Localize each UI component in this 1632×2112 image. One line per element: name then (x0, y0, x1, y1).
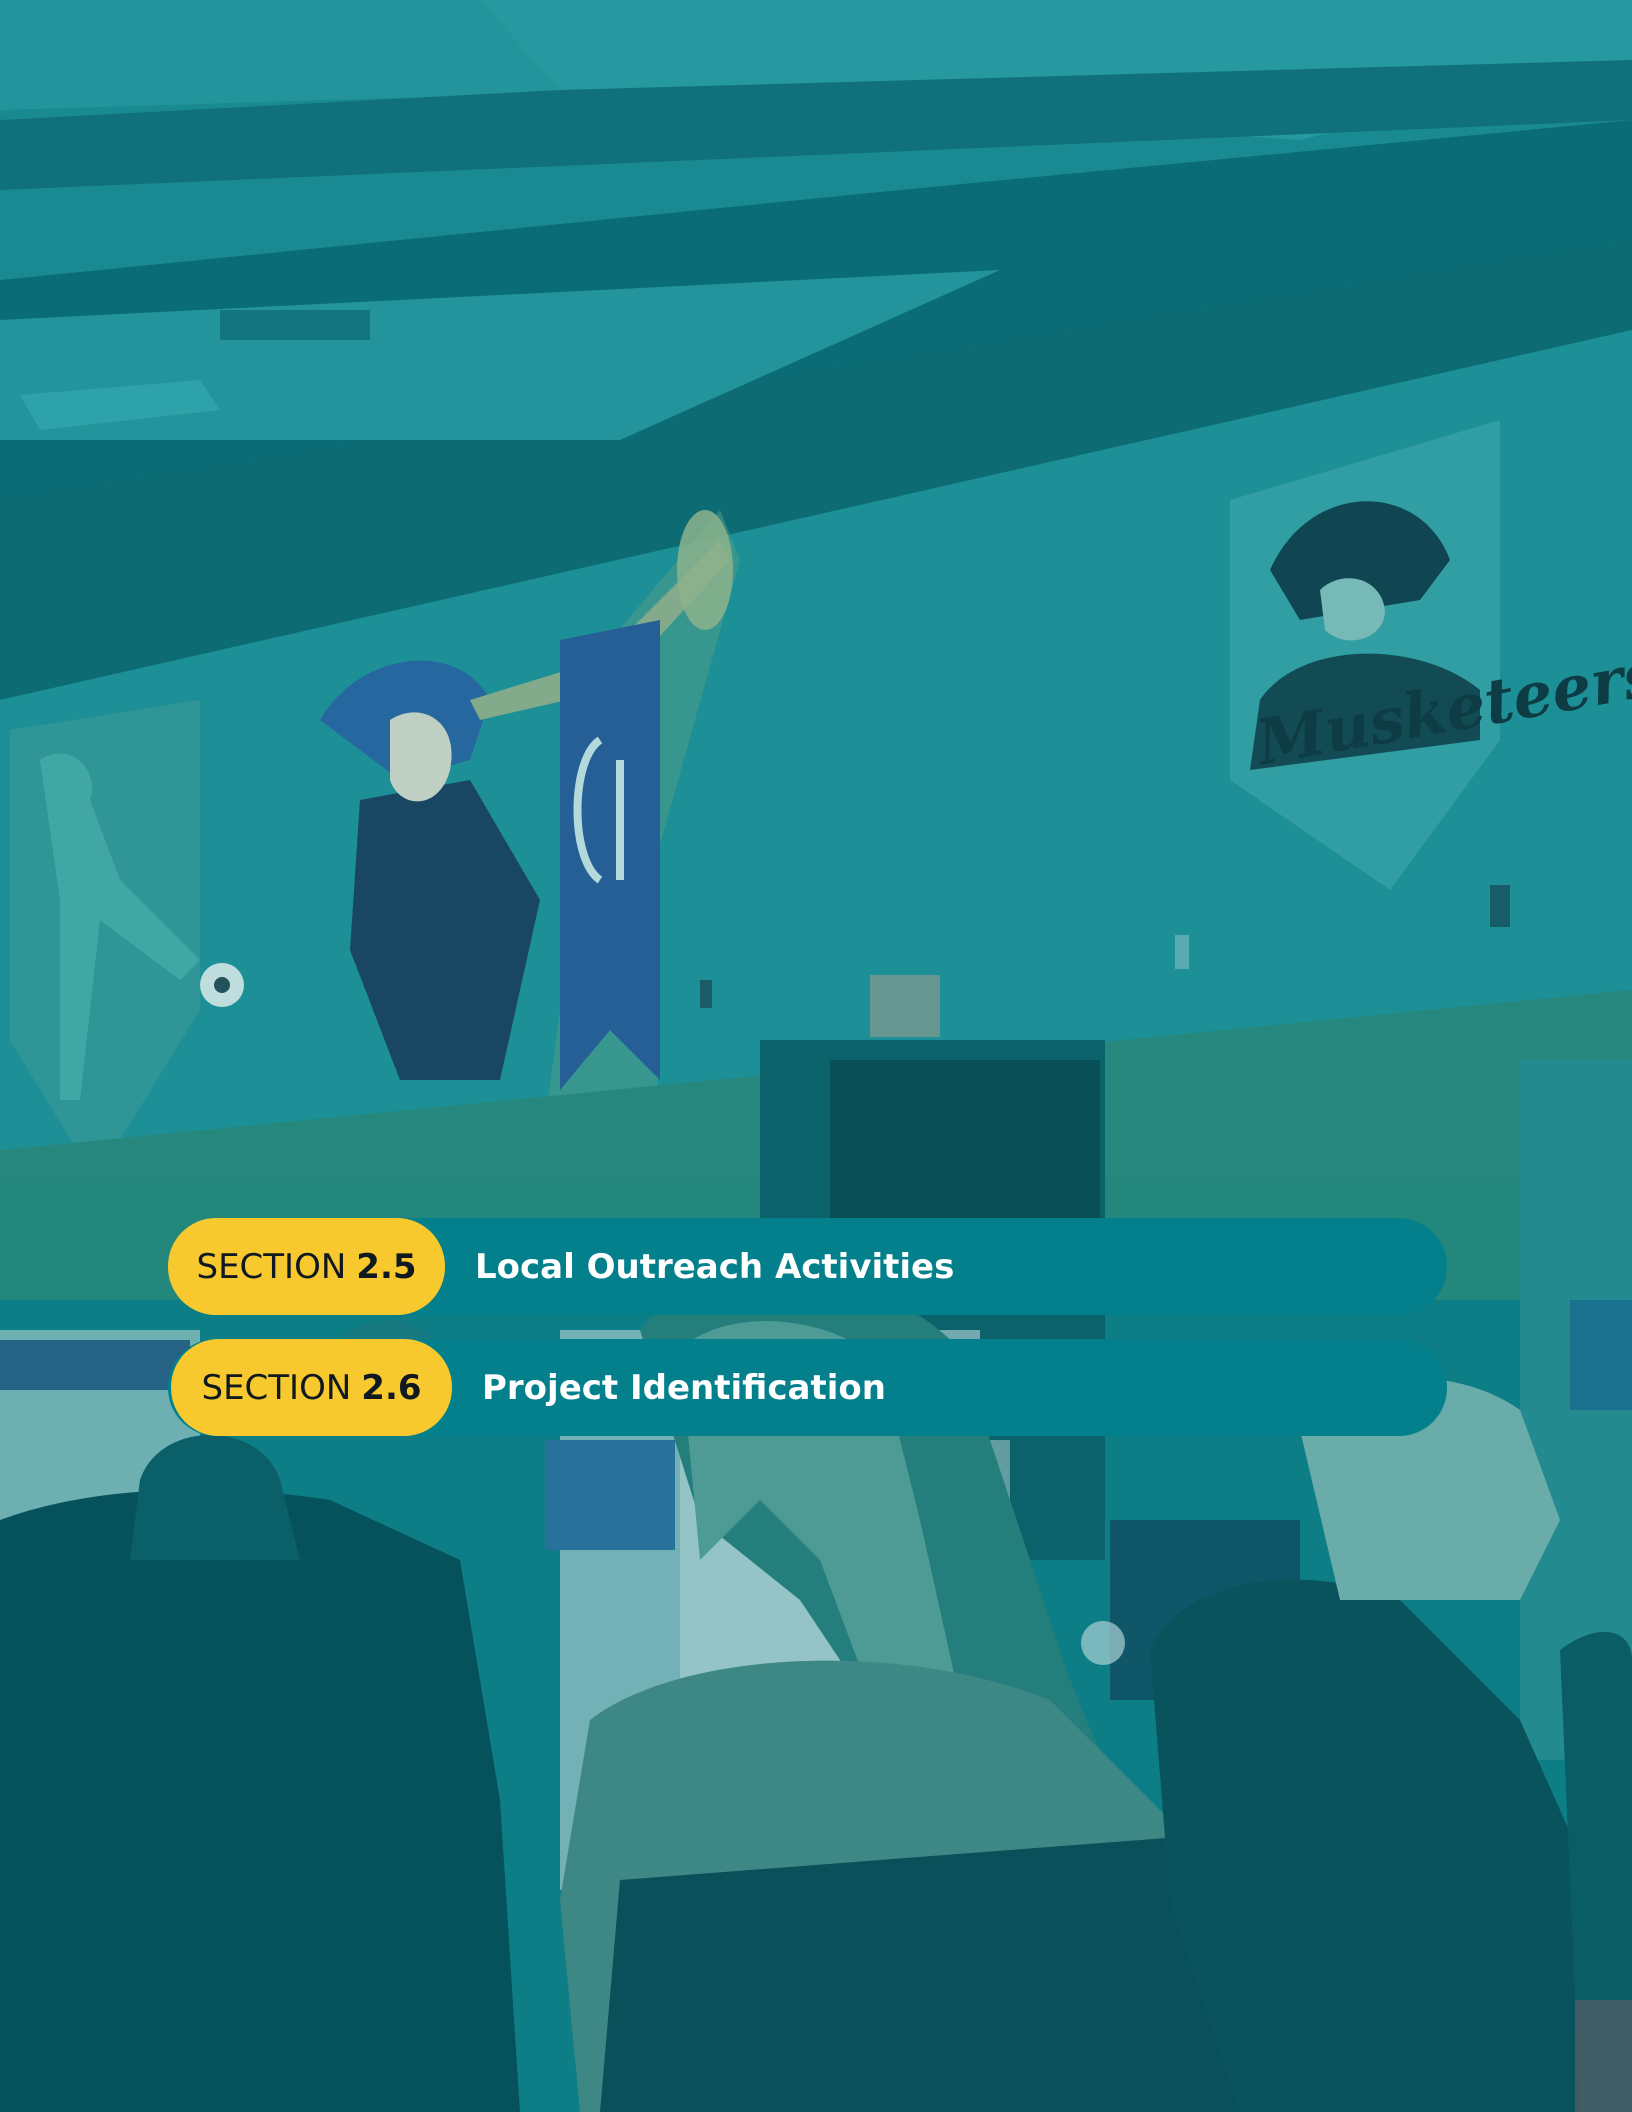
section-banner-2-5: SECTION 2.5 Local Outreach Activities (168, 1218, 1447, 1315)
section-title: Project Identification (482, 1367, 886, 1408)
section-number-pill: SECTION 2.5 (168, 1218, 445, 1315)
section-label: SECTION (196, 1246, 347, 1287)
section-label: SECTION (201, 1367, 352, 1408)
background-photo: Musketeers (0, 0, 1632, 2112)
section-number: 2.6 (361, 1367, 422, 1408)
section-number: 2.5 (356, 1246, 417, 1287)
section-number-pill: SECTION 2.6 (171, 1339, 452, 1436)
section-divider-page: Musketeers SECTION 2.5 Local Outreach Ac… (0, 0, 1632, 2112)
section-banner-2-6: SECTION 2.6 Project Identification (168, 1339, 1447, 1436)
section-title: Local Outreach Activities (475, 1246, 955, 1287)
